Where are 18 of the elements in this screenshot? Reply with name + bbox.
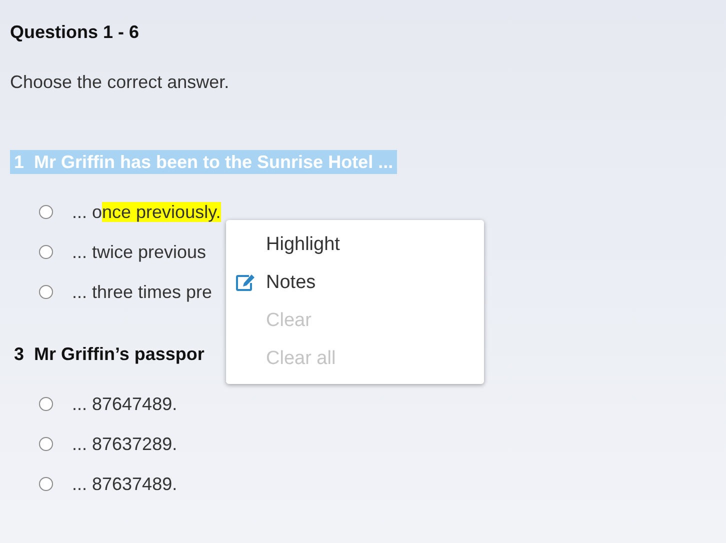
answer-option: ... 87637489. (72, 472, 178, 496)
radio-button[interactable] (39, 245, 53, 259)
menu-item[interactable]: Highlight (226, 226, 484, 264)
question-title: 3 Mr Griffin’s passpor (13, 343, 206, 366)
question-title: 1 Mr Griffin has been to the Sunrise Hotel ... (10, 150, 398, 174)
radio-button[interactable] (39, 285, 53, 299)
answer-option: ... once previously. (72, 200, 221, 224)
menu-item[interactable]: Notes (226, 264, 484, 302)
answer-option: ... 87647489. (72, 392, 178, 416)
radio-button[interactable] (39, 477, 53, 491)
instruction-text: Choose the correct answer. (10, 71, 230, 94)
answer-option: ... three times pre (72, 280, 212, 304)
answer-option: ... twice previous (72, 240, 206, 264)
answer-option: ... 87637289. (72, 432, 178, 456)
radio-button[interactable] (39, 397, 53, 411)
radio-button[interactable] (39, 205, 53, 219)
section-heading: Questions 1 - 6 (10, 21, 140, 44)
radio-button[interactable] (39, 437, 53, 451)
